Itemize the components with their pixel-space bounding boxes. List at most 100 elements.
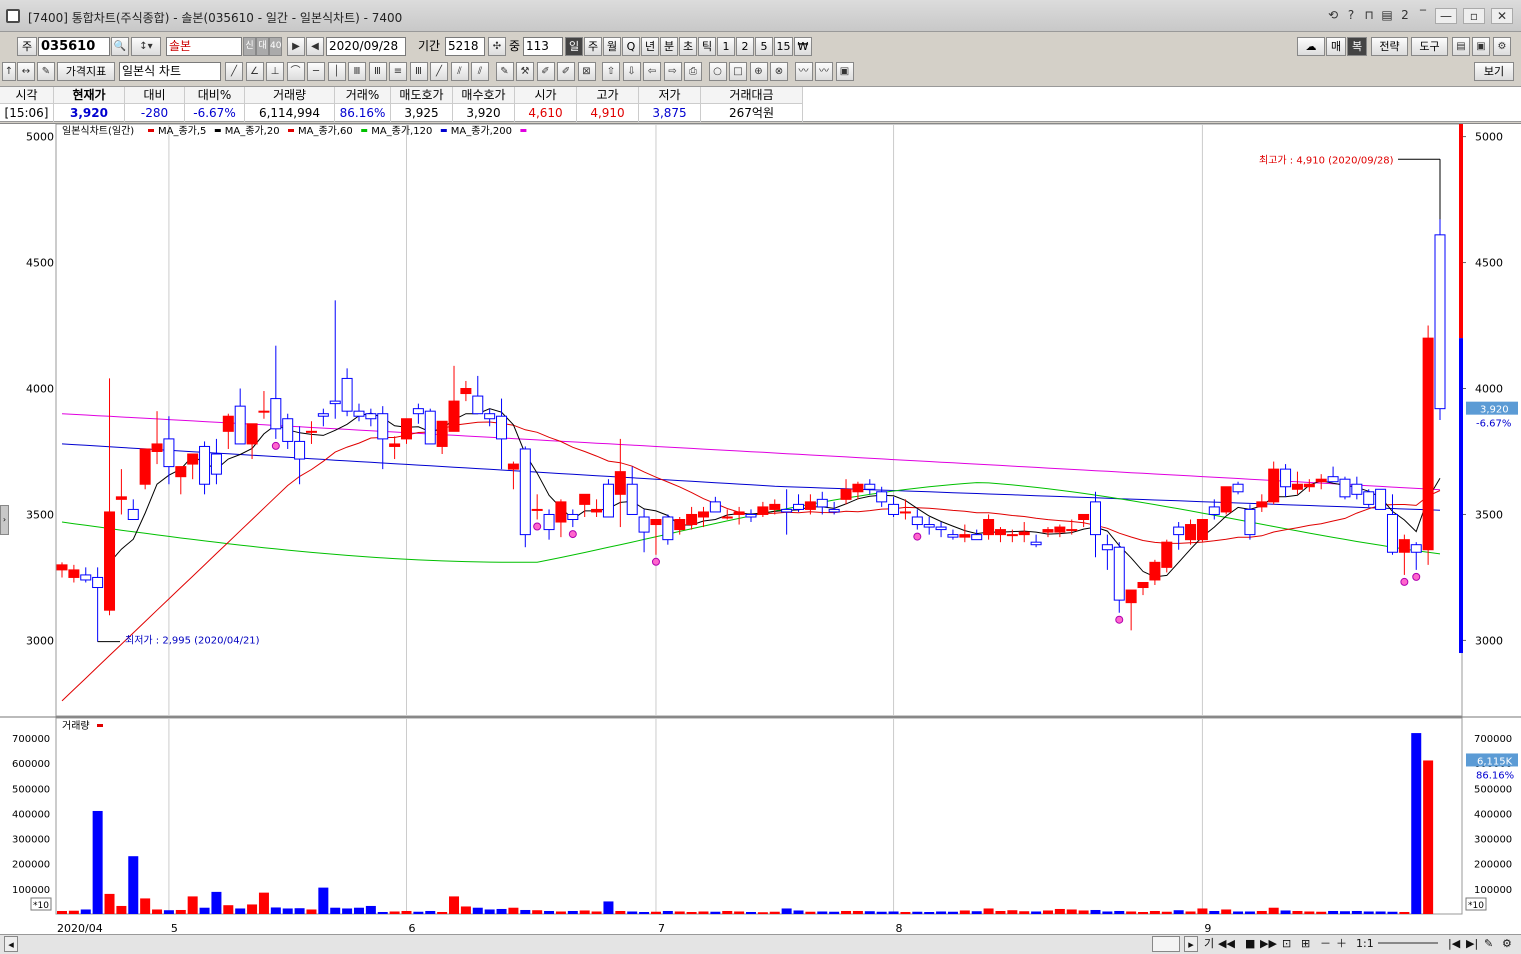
minimize-button[interactable]: —: [1435, 8, 1457, 24]
timeframe-6[interactable]: 초: [679, 37, 697, 56]
scrollbar-thumb[interactable]: [1152, 936, 1180, 952]
nav-setup-icon[interactable]: ⚙: [1502, 936, 1512, 952]
timeframe-0[interactable]: 일: [565, 37, 583, 56]
ray-icon[interactable]: ╱: [430, 62, 448, 81]
trendline-icon[interactable]: ╱: [225, 62, 243, 81]
next-icon[interactable]: ▶: [287, 37, 305, 56]
eraser-icon[interactable]: ✐: [536, 62, 555, 81]
indicator-button[interactable]: 가격지표: [57, 62, 115, 81]
period-input[interactable]: 5218: [445, 37, 485, 56]
nav-start-icon[interactable]: 기: [1204, 936, 1214, 952]
parallel-icon[interactable]: ⫽: [450, 62, 469, 81]
perpendicular-icon[interactable]: ⊥: [266, 62, 284, 81]
nav-fit-icon[interactable]: ⊡: [1282, 936, 1291, 952]
count-input[interactable]: 113: [523, 37, 563, 56]
zoom-out-icon[interactable]: ⊗: [770, 62, 788, 81]
left-icon[interactable]: ⇦: [643, 62, 661, 81]
multi-chart-button[interactable]: 복: [1347, 37, 1367, 56]
up-arrow-icon[interactable]: ↑: [2, 62, 16, 81]
nav-rewind-icon[interactable]: ◀◀: [1218, 936, 1235, 952]
zoom-reset-button[interactable]: 1:1: [1356, 936, 1374, 952]
scroll-left-icon[interactable]: ◂: [4, 936, 18, 952]
wave1-icon[interactable]: 〰: [794, 62, 813, 81]
nav-forward-icon[interactable]: ▶▶: [1260, 936, 1277, 952]
settings-icon[interactable]: ⚙: [1493, 37, 1511, 56]
timeframe-7[interactable]: 틱: [698, 37, 716, 56]
prev-icon[interactable]: ◀: [306, 37, 324, 56]
maximize-button[interactable]: ▫: [1463, 8, 1485, 24]
delete-icon[interactable]: ⊠: [577, 62, 596, 81]
fan-icon[interactable]: ⫽: [471, 62, 489, 81]
zoom-in-icon[interactable]: ＋: [1336, 936, 1347, 952]
nav-first-icon[interactable]: |◀: [1448, 936, 1460, 952]
cloud-icon[interactable]: ☁: [1297, 37, 1325, 56]
nav-grid-icon[interactable]: ⊞: [1301, 936, 1310, 952]
view-button[interactable]: 보기: [1474, 62, 1514, 81]
frame-icon[interactable]: ⊓: [1363, 8, 1375, 24]
circle-icon[interactable]: ○: [708, 62, 727, 81]
save-icon[interactable]: ▣: [1472, 37, 1490, 56]
edit-icon[interactable]: ✎: [37, 62, 55, 81]
timeframe-9[interactable]: 2: [736, 37, 754, 56]
zoom-out-icon[interactable]: －: [1320, 936, 1331, 952]
candle-up: [1137, 581, 1149, 589]
timeframe-8[interactable]: 1: [717, 37, 735, 56]
timeframe-11[interactable]: 15: [774, 37, 793, 56]
vlines-icon[interactable]: Ⅲ: [348, 62, 366, 81]
right-icon[interactable]: ⇨: [663, 62, 682, 81]
hline-icon[interactable]: ─: [307, 62, 325, 81]
side-collapse-icon[interactable]: ›: [0, 505, 9, 535]
timeframe-3[interactable]: Q: [622, 37, 640, 56]
pencil-icon[interactable]: ✎: [495, 62, 514, 81]
arc-icon[interactable]: ⌒: [286, 62, 305, 81]
nav-edit-icon[interactable]: ✎: [1484, 936, 1493, 952]
candle-up: [175, 466, 187, 478]
chart-type-select[interactable]: 일본식 차트: [119, 62, 221, 81]
scroll-lr-icon[interactable]: ↔: [17, 62, 35, 81]
nav-stop-icon[interactable]: ■: [1245, 936, 1255, 952]
multilines-icon[interactable]: Ⅲ: [368, 62, 387, 81]
single-chart-button[interactable]: 매: [1326, 37, 1346, 56]
help-icon[interactable]: ?: [1345, 8, 1357, 24]
nav-last-icon[interactable]: ▶|: [1466, 936, 1478, 952]
close-button[interactable]: ✕: [1491, 8, 1513, 24]
vline-icon[interactable]: │: [327, 62, 346, 81]
strategy-button[interactable]: 전략: [1371, 37, 1408, 56]
timeframe-2[interactable]: 월: [603, 37, 621, 56]
date-input[interactable]: 2020/09/28: [326, 37, 406, 56]
angle-icon[interactable]: ∠: [245, 62, 264, 81]
sort-icon[interactable]: ↕▾: [131, 37, 161, 56]
chart-svg[interactable]: 2020/04 5 6 7 8 95000 50004500 45004000 40003500…: [0, 123, 1521, 938]
down-icon[interactable]: ⇩: [622, 62, 641, 81]
channel-icon[interactable]: Ⅲ: [409, 62, 428, 81]
timeframe-10[interactable]: 5: [755, 37, 773, 56]
pin-icon[interactable]: ‾: [1417, 8, 1429, 24]
timeframe-4[interactable]: 년: [641, 37, 659, 56]
zoom-in-icon[interactable]: ⊕: [749, 62, 768, 81]
volume-bar: [698, 911, 709, 914]
picture-icon[interactable]: ▣: [835, 62, 854, 81]
hammer-icon[interactable]: ⚒: [516, 62, 534, 81]
tools-button[interactable]: 도구: [1411, 37, 1448, 56]
crosshair-icon[interactable]: ✣: [488, 37, 506, 56]
volume-bar: [258, 892, 269, 914]
list-icon[interactable]: ▤: [1381, 8, 1393, 24]
scroll-right-icon[interactable]: ▸: [1184, 936, 1198, 952]
print-icon[interactable]: ⎙: [684, 62, 702, 81]
market-select[interactable]: 주: [17, 37, 37, 56]
timeframe-5[interactable]: 분: [660, 37, 678, 56]
hlines-icon[interactable]: ≡: [389, 62, 407, 81]
rect-icon[interactable]: □: [729, 62, 747, 81]
chart-area[interactable]: 2020/04 5 6 7 8 9 5000 5000 4500 4500 4000 4000 3500…: [0, 123, 1521, 937]
text-icon[interactable]: ✐: [557, 62, 575, 81]
up-icon[interactable]: ⇧: [602, 62, 620, 81]
timeframe-1[interactable]: 주: [584, 37, 602, 56]
restore-icon[interactable]: ⟲: [1327, 8, 1339, 24]
zoom-slider[interactable]: [1378, 942, 1438, 944]
wave2-icon[interactable]: 〰: [815, 62, 833, 81]
screen-count-icon[interactable]: 2: [1399, 8, 1411, 24]
search-icon[interactable]: 🔍: [111, 37, 129, 56]
timeframe-12[interactable]: ₩: [794, 37, 812, 56]
stock-code-input[interactable]: 035610: [38, 37, 110, 56]
open-icon[interactable]: ▤: [1452, 37, 1470, 56]
